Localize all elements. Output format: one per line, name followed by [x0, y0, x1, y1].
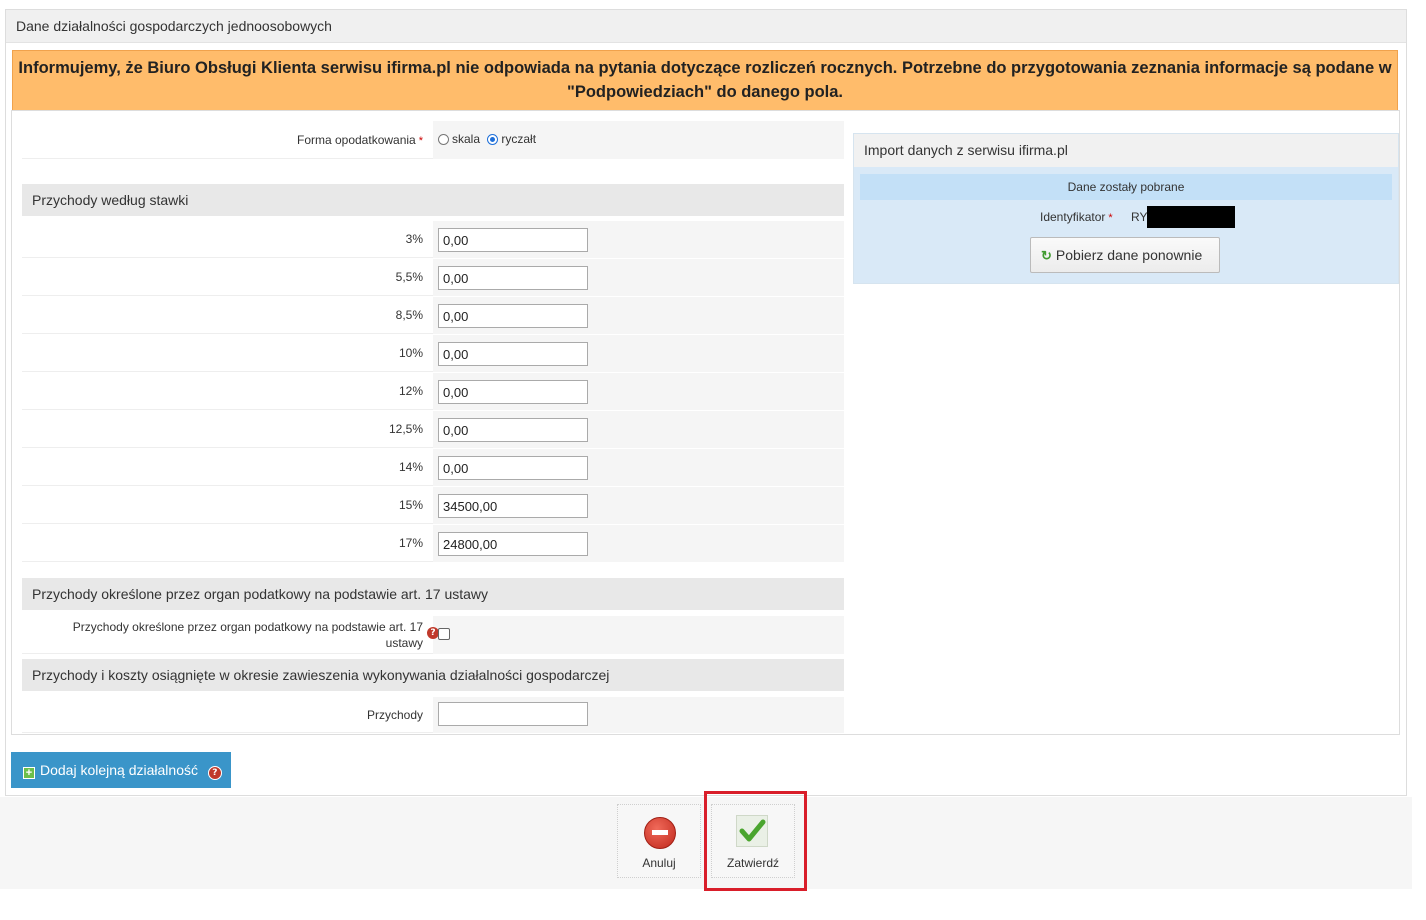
- taxation-form-row: Forma opodatkowania * skala ryczałt: [22, 121, 844, 160]
- rate-input[interactable]: [438, 494, 588, 518]
- suspension-income-row: Przychody: [22, 697, 844, 734]
- rates-section-title: Przychody według stawki: [22, 184, 844, 216]
- confirm-button[interactable]: Zatwierdź: [711, 804, 795, 878]
- rate-row: 5,5%: [22, 259, 844, 297]
- identifier-row: Identyfikator * RY: [854, 206, 1398, 228]
- rate-label: 10%: [398, 346, 423, 360]
- rate-label: 3%: [405, 232, 423, 246]
- refetch-data-button[interactable]: ↻ Pobierz dane ponownie: [1030, 237, 1220, 273]
- radio-button-icon[interactable]: [438, 134, 449, 145]
- radio-skala-label: skala: [452, 132, 481, 146]
- rate-label: 5,5%: [395, 270, 423, 284]
- rate-label: 14%: [398, 460, 423, 474]
- refetch-label: Pobierz dane ponownie: [1055, 247, 1203, 263]
- suspension-income-input[interactable]: [438, 702, 588, 726]
- business-form: Forma opodatkowania * skala ryczałt Przyc…: [11, 110, 1400, 735]
- footer-bar: [0, 797, 1412, 889]
- import-status: Dane zostały pobrane: [860, 174, 1392, 200]
- plus-square-icon: +: [23, 767, 35, 779]
- question-circle-icon[interactable]: ?: [207, 766, 222, 780]
- rate-label: 8,5%: [395, 308, 423, 322]
- cancel-label: Anuluj: [642, 856, 676, 870]
- taxation-label: Forma opodatkowania: [296, 132, 416, 147]
- rate-input[interactable]: [438, 228, 588, 252]
- rate-row: 17%: [22, 525, 844, 563]
- rate-input[interactable]: [438, 532, 588, 556]
- rate-row: 12,5%: [22, 411, 844, 449]
- rate-row: 8,5%: [22, 297, 844, 335]
- art17-section-title: Przychody określone przez organ podatkow…: [22, 578, 844, 610]
- taxation-options: skala ryczałt: [438, 132, 536, 146]
- required-mark: *: [1108, 212, 1113, 224]
- minus-circle-icon: [644, 817, 676, 849]
- cancel-button[interactable]: Anuluj: [617, 804, 701, 878]
- rate-label: 12,5%: [388, 422, 423, 436]
- rate-input[interactable]: [438, 380, 588, 404]
- panel-title: Dane działalności gospodarczych jednooso…: [6, 10, 1406, 43]
- radio-skala[interactable]: skala: [438, 132, 480, 146]
- info-notice: Informujemy, że Biuro Obsługi Klienta se…: [12, 50, 1398, 114]
- rate-label: 12%: [398, 384, 423, 398]
- confirm-label: Zatwierdź: [726, 856, 779, 870]
- art17-row: Przychody określone przez organ podatkow…: [22, 616, 844, 655]
- rate-input[interactable]: [438, 418, 588, 442]
- art17-checkbox[interactable]: [438, 628, 450, 640]
- art17-label: Przychody określone przez organ podatkow…: [72, 619, 423, 650]
- rate-row: 12%: [22, 373, 844, 411]
- redacted-block: [1147, 206, 1235, 228]
- rate-label: 15%: [398, 498, 423, 512]
- radio-button-selected-icon[interactable]: [487, 134, 499, 145]
- required-mark: *: [418, 134, 423, 147]
- identifier-value: RY: [1131, 210, 1148, 224]
- radio-ryczalt-label: ryczałt: [501, 132, 537, 146]
- add-business-button[interactable]: + Dodaj kolejną działalność ?: [11, 752, 231, 788]
- import-panel: Import danych z serwisu ifirma.pl Dane z…: [853, 133, 1399, 284]
- rate-input[interactable]: [438, 342, 588, 366]
- rate-input[interactable]: [438, 304, 588, 328]
- rate-row: 3%: [22, 221, 844, 259]
- suspension-section-title: Przychody i koszty osiągnięte w okresie …: [22, 659, 844, 691]
- rate-row: 15%: [22, 487, 844, 525]
- add-business-label: Dodaj kolejną działalność: [40, 762, 198, 778]
- suspension-income-label: Przychody: [366, 707, 423, 722]
- checkmark-icon: [736, 815, 768, 847]
- refresh-icon: ↻: [1041, 248, 1052, 263]
- rate-input[interactable]: [438, 456, 588, 480]
- business-data-panel: Dane działalności gospodarczych jednooso…: [5, 9, 1407, 796]
- rate-input[interactable]: [438, 266, 588, 290]
- import-title: Import danych z serwisu ifirma.pl: [854, 134, 1398, 167]
- radio-ryczalt[interactable]: ryczałt: [487, 132, 536, 146]
- rate-label: 17%: [398, 536, 423, 550]
- identifier-label: Identyfikator: [1040, 210, 1106, 224]
- rate-row: 10%: [22, 335, 844, 373]
- rate-row: 14%: [22, 449, 844, 487]
